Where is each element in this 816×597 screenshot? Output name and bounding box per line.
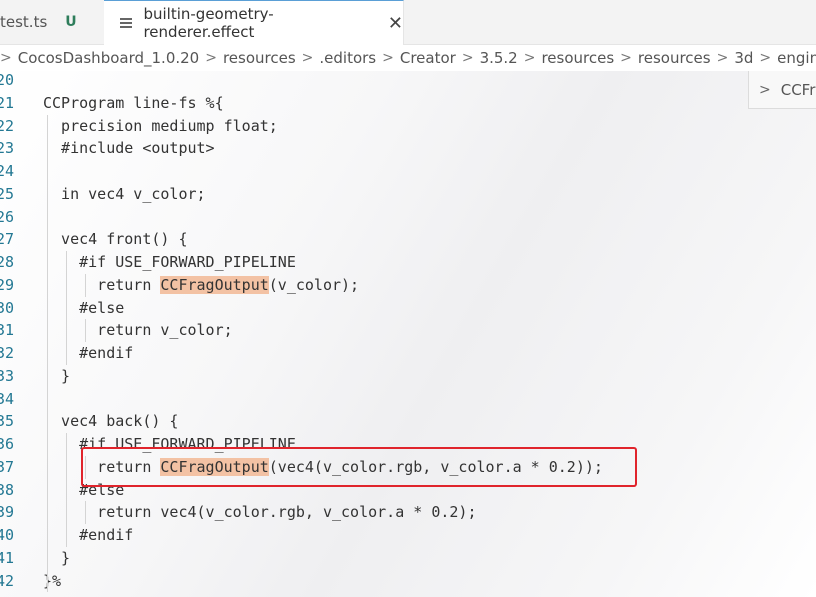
breadcrumb-item[interactable]: .editors — [319, 49, 376, 67]
code-line[interactable]: 34 — [0, 388, 816, 411]
tab-label: builtin-geometry-renderer.effect — [143, 5, 274, 41]
code-line[interactable]: 31 return v_color; — [0, 319, 816, 342]
line-number: 36 — [0, 435, 15, 453]
code-text: #if USE_FORWARD_PIPELINE — [43, 253, 296, 271]
file-lines-icon — [120, 17, 132, 29]
chevron-right-icon: > — [716, 50, 729, 66]
code-text: #include <output> — [43, 139, 215, 158]
code-text: vec4 back() { — [43, 412, 179, 431]
line-number: 33 — [0, 366, 15, 385]
chevron-right-icon: > — [461, 50, 474, 66]
breadcrumb-item[interactable]: resources — [541, 49, 614, 67]
chevron-right-icon: > — [620, 50, 632, 66]
sticky-scroll-widget[interactable]: > CCFra — [748, 71, 816, 109]
indent-guide — [66, 251, 67, 365]
line-number: 42 — [0, 571, 15, 590]
untracked-badge: U — [65, 14, 77, 30]
code-line[interactable]: 24 — [0, 160, 816, 183]
line-number: 21 — [0, 93, 15, 112]
line-number: 32 — [0, 344, 15, 362]
code-line[interactable]: 33 } — [0, 365, 816, 388]
tab-label: test.ts — [0, 13, 48, 31]
code-text: #endif — [43, 344, 134, 362]
chevron-right-icon: > — [301, 50, 314, 66]
breadcrumb-item[interactable]: engine — [777, 49, 816, 67]
code-line[interactable]: 32 #endif — [0, 342, 816, 365]
code-line[interactable]: 20 — [0, 71, 816, 92]
code-line[interactable]: 21 CCProgram line-fs %{ — [0, 92, 816, 115]
chevron-right-icon: > — [759, 81, 771, 98]
code-line[interactable]: 42}% — [0, 570, 816, 593]
tab-test-ts[interactable]: test.ts U — [0, 0, 104, 44]
code-line[interactable]: 41 } — [0, 547, 816, 570]
code-line[interactable]: 28 #if USE_FORWARD_PIPELINE — [0, 251, 816, 274]
line-number: 34 — [0, 389, 15, 408]
indent-guide — [85, 273, 86, 297]
code-line[interactable]: 39 return vec4(v_color.rgb, v_color.a * … — [0, 501, 816, 524]
line-number: 41 — [0, 548, 15, 567]
code-line[interactable]: 25 in vec4 v_color; — [0, 183, 816, 206]
line-number: 28 — [0, 253, 15, 271]
indent-guide — [47, 114, 48, 593]
code-line[interactable]: 29 return CCFragOutput(v_color); — [0, 274, 816, 297]
indent-guide — [85, 319, 86, 342]
code-line[interactable]: 30 #else — [0, 297, 816, 320]
line-number: 22 — [0, 116, 15, 135]
line-number: 29 — [0, 275, 15, 294]
code-fragment: (v_color); — [268, 275, 360, 294]
chevron-right-icon: > — [523, 50, 536, 66]
line-number: 37 — [0, 457, 15, 476]
code-text: #endif — [43, 526, 134, 544]
breadcrumb: > CocosDashboard_1.0.20 > resources > .editor… — [0, 45, 816, 71]
code-line[interactable]: 26 — [0, 206, 816, 229]
code-line[interactable]: 40 #endif — [0, 524, 816, 547]
code-text: return v_color; — [43, 321, 233, 340]
code-text: vec4 front() { — [43, 230, 188, 249]
chevron-right-icon: > — [205, 50, 217, 66]
code-fragment: return — [43, 275, 161, 294]
tab-builtin-geometry-renderer[interactable]: builtin-geometry-renderer.effect ✕ — [104, 0, 404, 45]
chevron-right-icon: > — [382, 50, 394, 66]
code-text: in vec4 v_color; — [43, 184, 206, 203]
indent-guide — [85, 501, 86, 524]
breadcrumb-item[interactable]: resources — [223, 49, 296, 67]
code-line[interactable]: 35 vec4 back() { — [0, 410, 816, 433]
line-number: 26 — [0, 207, 15, 226]
breadcrumb-item[interactable]: 3.5.2 — [480, 49, 518, 67]
chevron-right-icon: > — [0, 50, 12, 66]
line-number: 27 — [0, 230, 15, 249]
code-line[interactable]: 22 precision mediump float; — [0, 115, 816, 138]
breadcrumb-item[interactable]: resources — [638, 49, 711, 67]
line-number: 25 — [0, 184, 15, 203]
code-text: #else — [43, 298, 125, 317]
line-number: 24 — [0, 162, 15, 180]
line-number: 20 — [0, 71, 15, 89]
breadcrumb-item[interactable]: 3d — [734, 49, 753, 67]
code-line[interactable]: 27 vec4 front() { — [0, 228, 816, 251]
line-number: 38 — [0, 480, 15, 499]
code-text: }% — [43, 571, 62, 590]
code-text: return CCFragOutput(v_color); — [43, 274, 359, 297]
indent-guide — [85, 455, 86, 479]
line-number: 30 — [0, 298, 15, 317]
highlighted-symbol: CCFragOutput — [160, 275, 269, 294]
close-icon[interactable]: ✕ — [388, 13, 403, 34]
breadcrumb-item[interactable]: Creator — [400, 49, 456, 67]
code-text: CCProgram line-fs %{ — [43, 93, 224, 112]
code-text: precision mediump float; — [43, 116, 278, 135]
line-number: 23 — [0, 139, 15, 158]
code-editor[interactable]: 42}% 41 } 40 #endif 39 return vec4(v_color.… — [0, 71, 816, 597]
line-number: 40 — [0, 526, 15, 544]
breadcrumb-item[interactable]: CocosDashboard_1.0.20 — [18, 49, 199, 67]
sticky-scroll-label: CCFra — [780, 80, 816, 99]
code-text: return vec4(v_color.rgb, v_color.a * 0.2… — [43, 503, 477, 522]
indent-guide — [66, 433, 67, 547]
code-line[interactable]: 23 #include <output> — [0, 137, 816, 160]
chevron-right-icon: > — [759, 50, 772, 66]
line-number: 31 — [0, 321, 15, 340]
line-number: 39 — [0, 503, 15, 522]
annotation-box — [81, 447, 637, 487]
line-number: 35 — [0, 412, 15, 431]
tab-bar: test.ts U builtin-geometry-renderer.effe… — [0, 0, 816, 45]
